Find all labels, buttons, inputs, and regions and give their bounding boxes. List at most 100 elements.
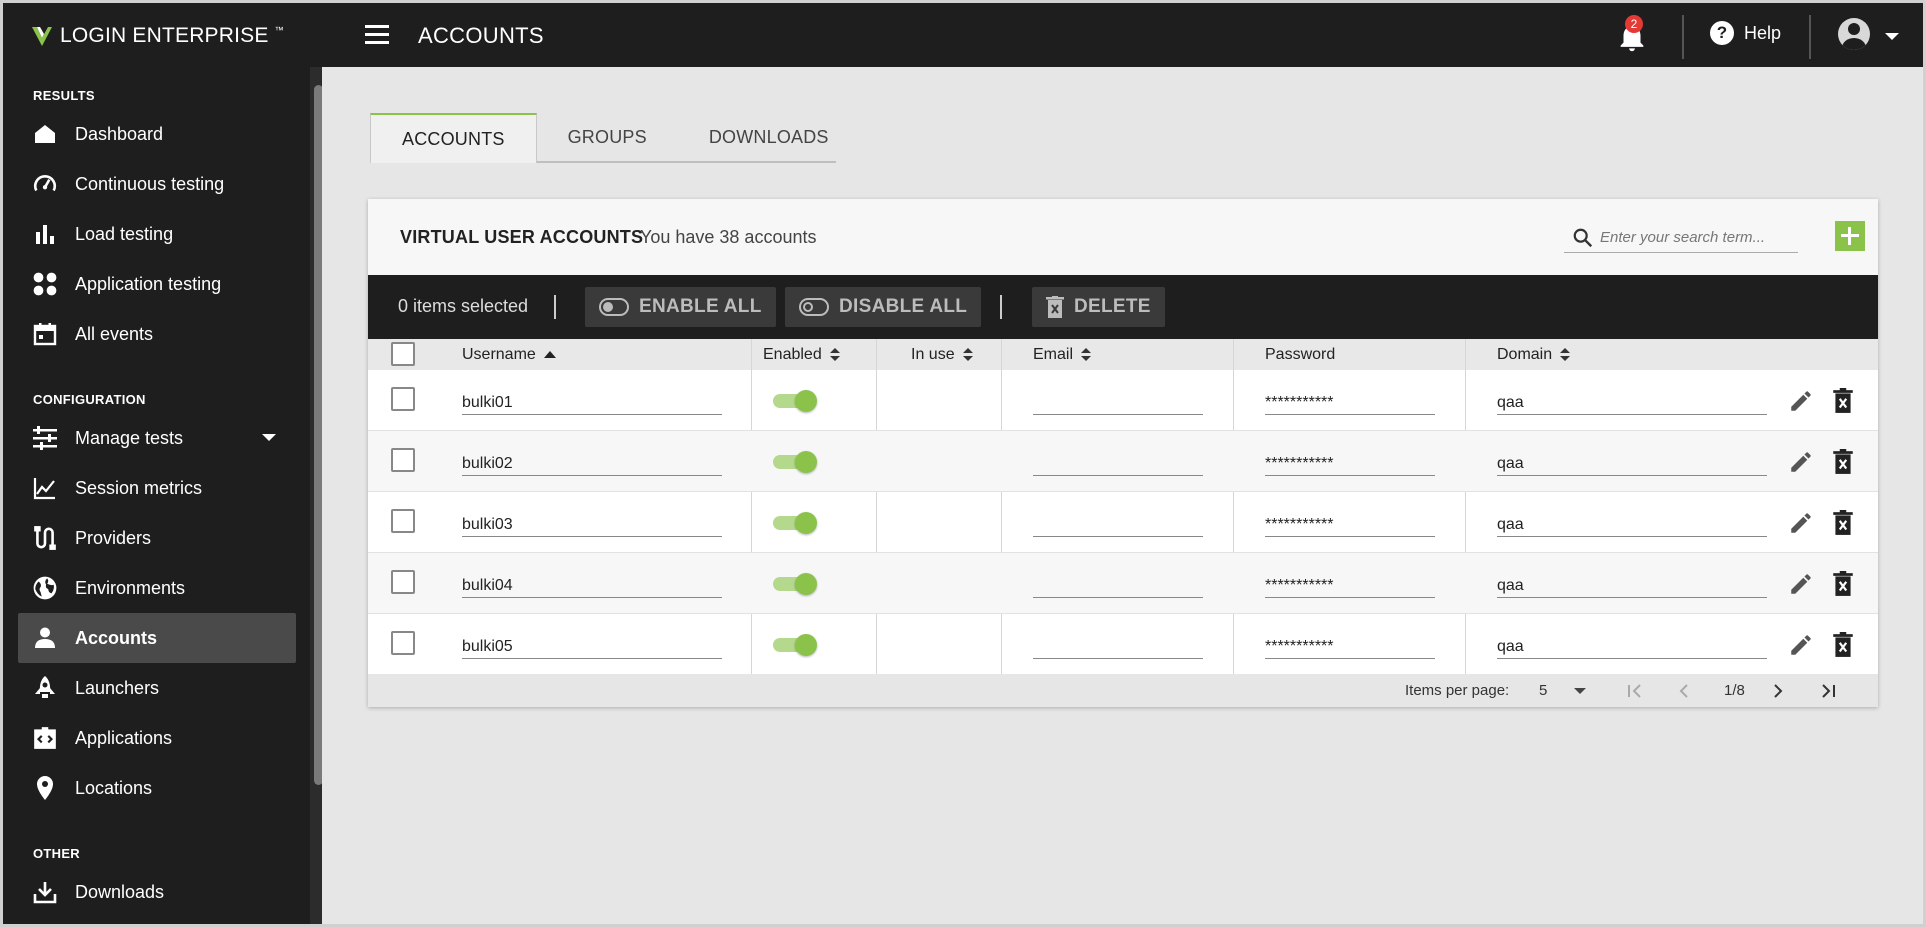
username-field[interactable] <box>462 385 722 415</box>
password-field[interactable] <box>1265 385 1435 415</box>
sidebar-item-providers[interactable]: Providers <box>18 513 296 563</box>
tab-accounts[interactable]: ACCOUNTS <box>370 113 537 163</box>
items-per-page-select[interactable]: 5 <box>1539 682 1547 699</box>
column-header-in-use[interactable]: In use <box>911 339 973 370</box>
sidebar-item-launchers[interactable]: Launchers <box>18 663 296 713</box>
last-page-icon[interactable] <box>1818 681 1838 701</box>
column-header-enabled[interactable]: Enabled <box>763 339 840 370</box>
person-icon <box>31 624 59 652</box>
globe-icon <box>31 574 59 602</box>
menu-toggle-icon[interactable] <box>365 23 391 45</box>
page-indicator: 1/8 <box>1724 682 1745 699</box>
edit-pencil-icon[interactable] <box>1788 571 1814 597</box>
next-page-icon[interactable] <box>1768 681 1788 701</box>
enabled-toggle[interactable] <box>773 390 817 412</box>
notification-badge: 2 <box>1625 15 1643 33</box>
delete-row-trash-icon[interactable] <box>1831 449 1855 475</box>
row-checkbox[interactable] <box>391 631 415 655</box>
disable-all-button[interactable]: DISABLE ALL <box>785 287 982 327</box>
tab-downloads[interactable]: DOWNLOADS <box>678 113 860 161</box>
bar-chart-icon <box>31 220 59 248</box>
domain-field[interactable] <box>1497 568 1767 598</box>
username-field[interactable] <box>462 446 722 476</box>
password-field[interactable] <box>1265 568 1435 598</box>
edit-pencil-icon[interactable] <box>1788 449 1814 475</box>
row-checkbox[interactable] <box>391 387 415 411</box>
sidebar-item-environments[interactable]: Environments <box>18 563 296 613</box>
user-avatar-icon[interactable] <box>1838 18 1870 50</box>
column-label: Username <box>462 346 536 363</box>
expand-caret-icon[interactable] <box>262 434 276 441</box>
delete-row-trash-icon[interactable] <box>1831 571 1855 597</box>
search-input[interactable] <box>1600 225 1796 249</box>
table-header: Username Enabled In use Email Password D… <box>368 339 1878 370</box>
username-field[interactable] <box>462 507 722 537</box>
first-page-icon[interactable] <box>1625 681 1645 701</box>
enabled-toggle[interactable] <box>773 512 817 534</box>
column-header-domain[interactable]: Domain <box>1497 339 1571 370</box>
sidebar-item-all-events[interactable]: All events <box>18 309 296 359</box>
edit-pencil-icon[interactable] <box>1788 510 1814 536</box>
delete-row-trash-icon[interactable] <box>1831 510 1855 536</box>
enabled-toggle[interactable] <box>773 451 817 473</box>
items-per-page-label: Items per page: <box>1405 682 1510 699</box>
domain-field[interactable] <box>1497 385 1767 415</box>
sidebar-item-applications[interactable]: Applications <box>18 713 296 763</box>
email-field[interactable] <box>1033 446 1203 476</box>
username-field[interactable] <box>462 629 722 659</box>
password-field[interactable] <box>1265 629 1435 659</box>
username-field[interactable] <box>462 568 722 598</box>
column-header-username[interactable]: Username <box>462 339 556 370</box>
email-field[interactable] <box>1033 507 1203 537</box>
help-button[interactable]: ? Help <box>1710 21 1781 45</box>
sidebar-item-accounts[interactable]: Accounts <box>18 613 296 663</box>
items-per-page-caret-icon[interactable] <box>1574 688 1586 694</box>
user-menu-caret-icon[interactable] <box>1885 33 1899 40</box>
delete-button[interactable]: DELETE <box>1032 287 1165 327</box>
sidebar-item-application-testing[interactable]: Application testing <box>18 259 296 309</box>
sidebar-item-manage-tests[interactable]: Manage tests <box>18 413 296 463</box>
row-checkbox[interactable] <box>391 448 415 472</box>
search-icon[interactable] <box>1572 227 1594 249</box>
sidebar-item-continuous-testing[interactable]: Continuous testing <box>18 159 296 209</box>
row-checkbox[interactable] <box>391 509 415 533</box>
sidebar-item-dashboard[interactable]: Dashboard <box>18 109 296 159</box>
add-account-button[interactable] <box>1835 221 1865 251</box>
enabled-toggle[interactable] <box>773 634 817 656</box>
apps-icon <box>31 270 59 298</box>
sort-icon <box>829 347 840 362</box>
email-field[interactable] <box>1033 385 1203 415</box>
account-count: You have 38 accounts <box>640 227 817 247</box>
tab-groups[interactable]: GROUPS <box>537 113 678 161</box>
sidebar-item-load-testing[interactable]: Load testing <box>18 209 296 259</box>
sidebar-item-downloads[interactable]: Downloads <box>18 867 296 917</box>
delete-label: DELETE <box>1074 296 1151 317</box>
email-field[interactable] <box>1033 629 1203 659</box>
edit-pencil-icon[interactable] <box>1788 632 1814 658</box>
edit-pencil-icon[interactable] <box>1788 388 1814 414</box>
column-label: Email <box>1033 346 1074 363</box>
email-field[interactable] <box>1033 568 1203 598</box>
delete-row-trash-icon[interactable] <box>1831 388 1855 414</box>
sidebar-item-session-metrics[interactable]: Session metrics <box>18 463 296 513</box>
brand-trademark: ™ <box>274 25 284 35</box>
column-header-email[interactable]: Email <box>1033 339 1092 370</box>
sort-icon <box>1081 347 1092 362</box>
sidebar-item-label: Accounts <box>75 627 158 648</box>
delete-row-trash-icon[interactable] <box>1831 632 1855 658</box>
help-icon: ? <box>1710 21 1734 45</box>
row-checkbox[interactable] <box>391 570 415 594</box>
domain-field[interactable] <box>1497 446 1767 476</box>
password-field[interactable] <box>1265 446 1435 476</box>
sidebar-item-locations[interactable]: Locations <box>18 763 296 813</box>
sidebar-item-label: Providers <box>75 527 152 548</box>
enabled-toggle[interactable] <box>773 573 817 595</box>
sidebar-scrollbar[interactable] <box>314 85 322 785</box>
enable-all-button[interactable]: ENABLE ALL <box>585 287 776 327</box>
select-all-checkbox[interactable] <box>391 342 415 366</box>
domain-field[interactable] <box>1497 629 1767 659</box>
previous-page-icon[interactable] <box>1674 681 1694 701</box>
password-field[interactable] <box>1265 507 1435 537</box>
domain-field[interactable] <box>1497 507 1767 537</box>
brand-logo[interactable]: LOGIN ENTERPRISE ™ <box>30 24 284 48</box>
